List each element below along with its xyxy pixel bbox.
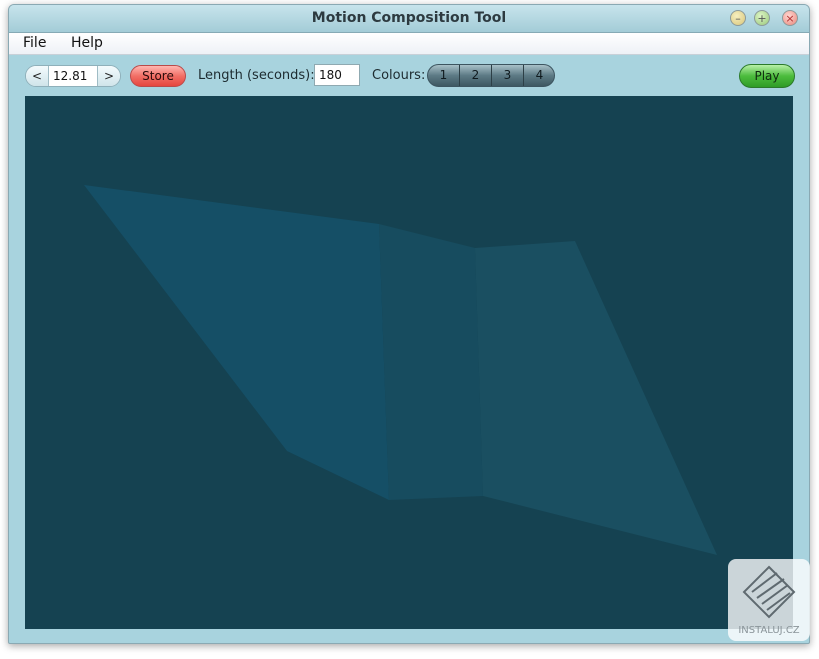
title-bar[interactable]: Motion Composition Tool – + × — [9, 5, 809, 33]
store-button[interactable]: Store — [130, 65, 186, 87]
previous-button[interactable]: < — [26, 66, 49, 86]
colour-button-3[interactable]: 3 — [491, 65, 523, 86]
colour-selector: 1 2 3 4 — [427, 64, 555, 87]
maximize-icon[interactable]: + — [754, 10, 770, 26]
motion-shapes — [84, 185, 717, 555]
colour-button-1[interactable]: 1 — [428, 65, 459, 86]
menu-help[interactable]: Help — [71, 35, 103, 51]
watermark-logo-icon — [742, 565, 796, 619]
menu-file[interactable]: File — [23, 35, 46, 51]
time-stepper: < 12.81 > — [25, 65, 121, 87]
shape-left-panel[interactable] — [84, 185, 389, 500]
window-title: Motion Composition Tool — [311, 10, 507, 26]
minimize-icon[interactable]: – — [730, 10, 746, 26]
toolbar: < 12.81 > Store Length (seconds): 180 Co… — [9, 55, 809, 95]
length-label: Length (seconds): — [198, 68, 315, 83]
app-window: Motion Composition Tool – + × File Help … — [8, 4, 810, 644]
colours-label: Colours: — [372, 68, 426, 83]
length-input[interactable]: 180 — [314, 64, 360, 86]
shape-right-panel[interactable] — [475, 241, 717, 555]
next-button[interactable]: > — [97, 66, 120, 86]
play-button[interactable]: Play — [739, 64, 795, 88]
watermark: INSTALUJ.CZ — [728, 559, 810, 641]
colour-button-4[interactable]: 4 — [523, 65, 554, 86]
composition-canvas[interactable] — [25, 96, 793, 629]
watermark-text: INSTALUJ.CZ — [738, 625, 800, 636]
time-value-field[interactable]: 12.81 — [49, 66, 97, 86]
close-icon[interactable]: × — [782, 10, 798, 26]
colour-button-2[interactable]: 2 — [459, 65, 491, 86]
shape-middle-panel[interactable] — [379, 224, 483, 500]
menu-bar: File Help — [9, 33, 809, 55]
